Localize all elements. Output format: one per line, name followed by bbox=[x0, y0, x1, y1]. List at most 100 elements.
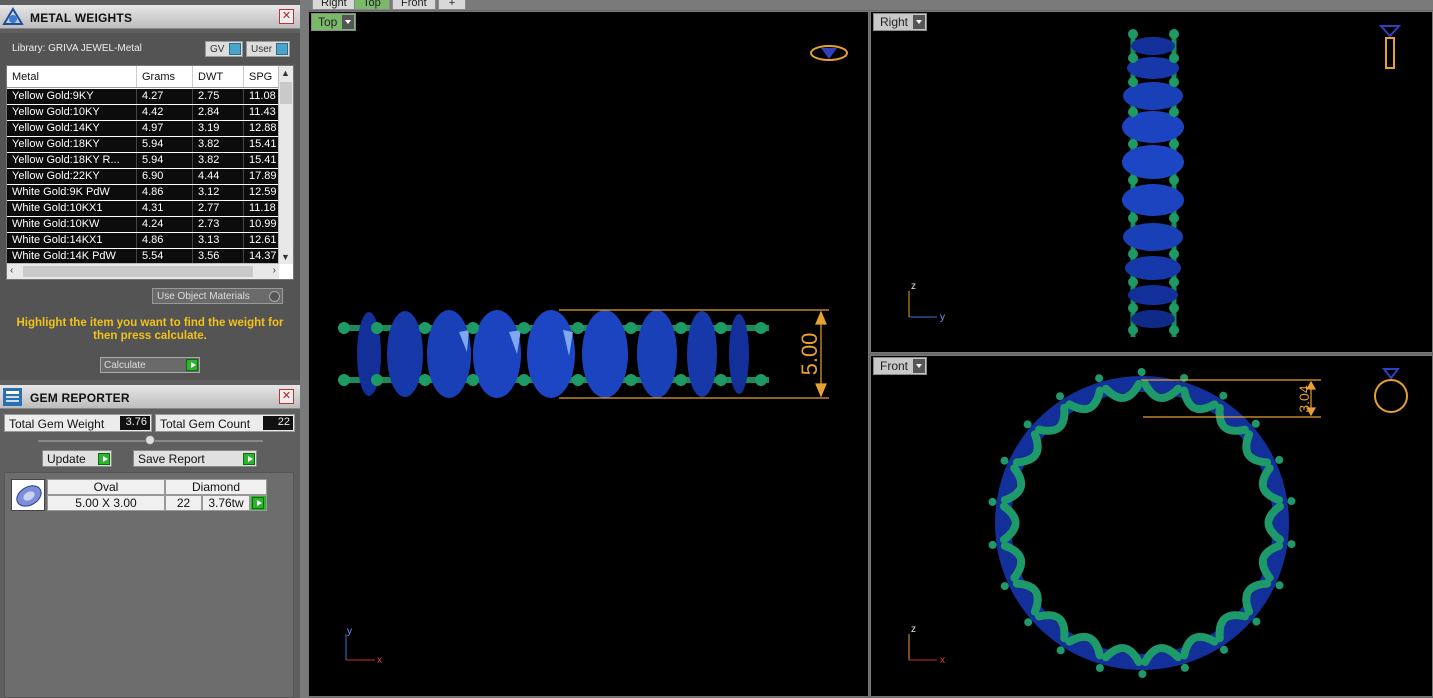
col-dwt[interactable]: DWT bbox=[193, 66, 244, 87]
metal-table[interactable]: Metal Grams DWT SPG Yellow Gold:9KY 4.27 2… bbox=[6, 65, 294, 280]
metal-table-rows: Yellow Gold:9KY 4.27 2.75 11.08 Yellow Gold:… bbox=[7, 89, 279, 265]
gem-size[interactable]: 5.00 X 3.00 bbox=[47, 495, 165, 511]
calculate-hint: Highlight the item you want to find the … bbox=[16, 317, 284, 342]
calculate-button[interactable]: Calculate bbox=[100, 357, 200, 373]
prong-tip bbox=[1095, 374, 1104, 383]
gem-row-go-icon bbox=[252, 497, 264, 509]
vscroll-thumb[interactable] bbox=[280, 82, 292, 104]
top-view-gem-row bbox=[357, 310, 749, 398]
table-cell: Yellow Gold:18KY bbox=[7, 137, 137, 152]
gem-row-go-button[interactable] bbox=[250, 495, 267, 511]
tab-top[interactable]: Top bbox=[354, 0, 390, 10]
top-view-dimension-value: 5.00 bbox=[797, 333, 822, 376]
viewport-right[interactable]: Right z y bbox=[870, 11, 1433, 353]
gv-toggle[interactable]: GV bbox=[205, 41, 243, 57]
table-row[interactable]: Yellow Gold:18KY 5.94 3.82 15.41 bbox=[7, 137, 279, 153]
use-object-materials-option[interactable]: Use Object Materials bbox=[152, 288, 283, 304]
metal-table-header: Metal Grams DWT SPG bbox=[7, 66, 279, 88]
gem-material[interactable]: Diamond bbox=[165, 479, 267, 495]
save-report-button[interactable]: Save Report bbox=[133, 450, 257, 467]
tab-right[interactable]: Right bbox=[312, 0, 356, 10]
prong-tip bbox=[1219, 391, 1228, 400]
prong-tip bbox=[1056, 646, 1065, 655]
scroll-down-icon[interactable]: ▼ bbox=[281, 252, 290, 262]
hscroll-thumb[interactable] bbox=[23, 266, 253, 277]
table-row[interactable]: Yellow Gold:18KY R... 5.94 3.82 15.41 bbox=[7, 153, 279, 169]
prong-tip bbox=[1275, 581, 1284, 590]
metal-weights-titlebar: METAL WEIGHTS ✕ bbox=[0, 5, 300, 29]
total-gem-weight-value: 3.76 bbox=[120, 416, 150, 430]
col-spg[interactable]: SPG bbox=[244, 66, 279, 87]
gem-reporter-close-button[interactable]: ✕ bbox=[279, 389, 294, 404]
viewport-front[interactable]: Front 3.04 z x bbox=[870, 355, 1433, 697]
table-cell: 10.99 bbox=[244, 217, 279, 232]
save-report-label: Save Report bbox=[138, 452, 205, 466]
metal-weights-close-button[interactable]: ✕ bbox=[279, 9, 294, 24]
table-cell: Yellow Gold:18KY R... bbox=[7, 153, 137, 168]
scroll-left-icon[interactable]: ‹ bbox=[10, 265, 13, 276]
metal-table-hscrollbar[interactable]: ‹ › bbox=[7, 263, 279, 279]
table-cell: 3.13 bbox=[193, 233, 244, 248]
table-row[interactable]: White Gold:10KX1 4.31 2.77 11.18 bbox=[7, 201, 279, 217]
table-row[interactable]: Yellow Gold:10KY 4.42 2.84 11.43 bbox=[7, 105, 279, 121]
use-object-materials-radio[interactable] bbox=[269, 291, 280, 302]
gem-reporter-titlebar: GEM REPORTER ✕ bbox=[0, 385, 300, 409]
save-report-go-icon bbox=[243, 453, 255, 465]
scroll-up-icon[interactable]: ▲ bbox=[281, 68, 290, 78]
tab-front[interactable]: Front bbox=[392, 0, 436, 10]
gem-shape[interactable]: Oval bbox=[47, 479, 165, 495]
prong-tip bbox=[1287, 540, 1296, 549]
prong-tip bbox=[1180, 374, 1189, 382]
table-cell: 6.90 bbox=[137, 169, 193, 184]
gem-count[interactable]: 22 bbox=[165, 495, 202, 511]
top-view-axis-icon: y x bbox=[345, 626, 382, 666]
col-grams[interactable]: Grams bbox=[137, 66, 193, 87]
gem-panel-slider-knob[interactable] bbox=[145, 435, 155, 445]
table-cell: 3.56 bbox=[193, 249, 244, 264]
user-toggle[interactable]: User bbox=[246, 41, 290, 57]
tab-add-icon[interactable]: + bbox=[438, 0, 466, 10]
table-cell: 4.86 bbox=[137, 185, 193, 200]
table-cell: 12.61 bbox=[244, 233, 279, 248]
gem-weight[interactable]: 3.76tw bbox=[202, 495, 250, 511]
table-row[interactable]: White Gold:10KW 4.24 2.73 10.99 bbox=[7, 217, 279, 233]
prong-tip bbox=[1138, 670, 1147, 678]
table-cell: Yellow Gold:9KY bbox=[7, 89, 137, 104]
table-cell: 3.19 bbox=[193, 121, 244, 136]
scroll-right-icon[interactable]: › bbox=[273, 265, 276, 276]
total-gem-weight-field: Total Gem Weight 3.76 bbox=[4, 414, 152, 432]
total-gem-count-field: Total Gem Count 22 bbox=[155, 414, 295, 432]
table-row[interactable]: Yellow Gold:22KY 6.90 4.44 17.89 bbox=[7, 169, 279, 185]
col-metal[interactable]: Metal bbox=[7, 66, 137, 87]
table-row[interactable]: Yellow Gold:14KY 4.97 3.19 12.88 bbox=[7, 121, 279, 137]
gem-reporter-body: Total Gem Weight 3.76 Total Gem Count 22… bbox=[0, 410, 300, 698]
right-axis-z-label: z bbox=[911, 281, 916, 292]
table-cell: 12.88 bbox=[244, 121, 279, 136]
calculate-go-icon bbox=[186, 359, 198, 371]
table-cell: 3.82 bbox=[193, 153, 244, 168]
gem-reporter-title: GEM REPORTER bbox=[30, 391, 130, 405]
library-label: Library: GRIVA JEWEL-Metal bbox=[12, 43, 142, 54]
prong-tip bbox=[1000, 582, 1009, 591]
right-view-ring-orientation-icon bbox=[1378, 25, 1402, 69]
table-cell: 2.75 bbox=[193, 89, 244, 104]
left-panel: METAL WEIGHTS ✕ Library: GRIVA JEWEL-Met… bbox=[0, 0, 300, 698]
update-button[interactable]: Update bbox=[42, 450, 112, 467]
table-row[interactable]: White Gold:9K PdW 4.86 3.12 12.59 bbox=[7, 185, 279, 201]
table-cell: Yellow Gold:10KY bbox=[7, 105, 137, 120]
total-gem-count-value: 22 bbox=[263, 416, 293, 430]
table-row[interactable]: Yellow Gold:9KY 4.27 2.75 11.08 bbox=[7, 89, 279, 105]
metal-table-vscrollbar[interactable]: ▲ ▼ bbox=[278, 66, 293, 264]
top-view-ring-orientation-icon bbox=[810, 45, 848, 61]
table-row[interactable]: White Gold:14KX1 4.86 3.13 12.61 bbox=[7, 233, 279, 249]
prong-tip bbox=[1000, 456, 1009, 465]
right-view-axis-icon: z y bbox=[908, 281, 945, 323]
table-cell: White Gold:14K PdW bbox=[7, 249, 137, 264]
table-cell: 11.43 bbox=[244, 105, 279, 120]
table-cell: 3.12 bbox=[193, 185, 244, 200]
top-axis-y-label: y bbox=[347, 626, 352, 637]
viewport-top[interactable]: Top 5.00 y x bbox=[308, 11, 869, 697]
update-go-icon bbox=[98, 453, 110, 465]
panel-splitter[interactable] bbox=[300, 0, 308, 698]
top-axis-x-label: x bbox=[377, 655, 382, 666]
